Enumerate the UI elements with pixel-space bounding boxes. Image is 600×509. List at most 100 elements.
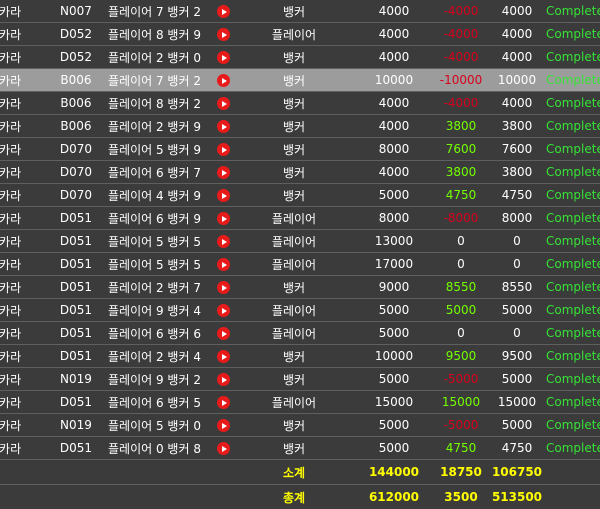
game-cell: 바카라 xyxy=(0,138,44,161)
table-row[interactable]: 바카라D051플레이어 6 뱅커 5플레이어150001500015000Com… xyxy=(0,391,600,414)
bet-amount-cell: 17000 xyxy=(354,253,434,276)
subtotal-amount: 144000 xyxy=(354,460,434,485)
play-icon[interactable] xyxy=(217,396,230,409)
round-result-cell: 플레이어 7 뱅커 2 xyxy=(108,0,212,23)
result-icon-cell xyxy=(212,92,234,115)
game-cell: 바카라 xyxy=(0,345,44,368)
table-row[interactable]: 바카라D070플레이어 6 뱅커 7뱅커400038003800Complete xyxy=(0,161,600,184)
table-row[interactable]: 바카라D052플레이어 2 뱅커 0뱅커4000-40004000Complet… xyxy=(0,46,600,69)
round-result-cell: 플레이어 6 뱅커 5 xyxy=(108,391,212,414)
valid-bet-cell: 15000 xyxy=(488,391,546,414)
play-icon[interactable] xyxy=(217,442,230,455)
valid-bet-cell: 4000 xyxy=(488,92,546,115)
round-result-cell: 플레이어 2 뱅커 9 xyxy=(108,115,212,138)
status-cell: Complete xyxy=(546,207,600,230)
play-icon[interactable] xyxy=(217,373,230,386)
play-icon[interactable] xyxy=(217,235,230,248)
status-cell: Complete xyxy=(546,184,600,207)
game-cell: 바카라 xyxy=(0,414,44,437)
valid-bet-cell: 7600 xyxy=(488,138,546,161)
status-cell: Complete xyxy=(546,276,600,299)
table-row[interactable]: 바카라D051플레이어 2 뱅커 4뱅커1000095009500Complet… xyxy=(0,345,600,368)
play-icon[interactable] xyxy=(217,5,230,18)
play-icon[interactable] xyxy=(217,189,230,202)
status-cell: Complete xyxy=(546,391,600,414)
play-icon[interactable] xyxy=(217,304,230,317)
winlose-cell: 5000 xyxy=(434,299,488,322)
table-id-cell: N019 xyxy=(44,368,108,391)
table-row[interactable]: 바카라D051플레이어 5 뱅커 5플레이어1300000Complete xyxy=(0,230,600,253)
winlose-cell: 3800 xyxy=(434,115,488,138)
round-result-cell: 플레이어 6 뱅커 9 xyxy=(108,207,212,230)
table-row[interactable]: 바카라N007플레이어 7 뱅커 2뱅커4000-40004000Complet… xyxy=(0,0,600,23)
bet-type-cell: 뱅커 xyxy=(234,276,354,299)
table-row[interactable]: 바카라N019플레이어 9 뱅커 2뱅커5000-50005000Complet… xyxy=(0,368,600,391)
result-icon-cell xyxy=(212,322,234,345)
table-row[interactable]: 바카라B006플레이어 2 뱅커 9뱅커400038003800Complete xyxy=(0,115,600,138)
play-icon[interactable] xyxy=(217,419,230,432)
play-icon[interactable] xyxy=(217,120,230,133)
bet-type-cell: 뱅커 xyxy=(234,92,354,115)
round-result-cell: 플레이어 7 뱅커 2 xyxy=(108,69,212,92)
round-result-cell: 플레이어 2 뱅커 7 xyxy=(108,276,212,299)
table-id-cell: D070 xyxy=(44,184,108,207)
table-row[interactable]: 바카라B006플레이어 8 뱅커 2뱅커4000-40004000Complet… xyxy=(0,92,600,115)
game-cell: 바카라 xyxy=(0,322,44,345)
play-icon[interactable] xyxy=(217,281,230,294)
winlose-cell: -10000 xyxy=(434,69,488,92)
play-icon[interactable] xyxy=(217,74,230,87)
table-row[interactable]: 바카라D070플레이어 5 뱅커 9뱅커800076007600Complete xyxy=(0,138,600,161)
result-icon-cell xyxy=(212,46,234,69)
play-icon[interactable] xyxy=(217,327,230,340)
play-icon[interactable] xyxy=(217,166,230,179)
valid-bet-cell: 4000 xyxy=(488,46,546,69)
game-cell: 바카라 xyxy=(0,69,44,92)
table-row[interactable]: 바카라D070플레이어 4 뱅커 9뱅커500047504750Complete xyxy=(0,184,600,207)
round-result-cell: 플레이어 5 뱅커 5 xyxy=(108,230,212,253)
game-cell: 바카라 xyxy=(0,46,44,69)
bet-type-cell: 뱅커 xyxy=(234,161,354,184)
game-cell: 바카라 xyxy=(0,276,44,299)
bet-amount-cell: 4000 xyxy=(354,115,434,138)
status-cell: Complete xyxy=(546,46,600,69)
play-icon[interactable] xyxy=(217,258,230,271)
valid-bet-cell: 0 xyxy=(488,230,546,253)
result-icon-cell xyxy=(212,391,234,414)
status-cell: Complete xyxy=(546,92,600,115)
result-icon-cell xyxy=(212,437,234,460)
winlose-cell: 0 xyxy=(434,322,488,345)
bet-amount-cell: 4000 xyxy=(354,161,434,184)
winlose-cell: -4000 xyxy=(434,23,488,46)
bet-amount-cell: 5000 xyxy=(354,437,434,460)
table-row[interactable]: 바카라D051플레이어 6 뱅커 9플레이어8000-80008000Compl… xyxy=(0,207,600,230)
table-row[interactable]: 바카라D051플레이어 5 뱅커 5플레이어1700000Complete xyxy=(0,253,600,276)
bet-amount-cell: 4000 xyxy=(354,92,434,115)
table-row[interactable]: 바카라D051플레이어 9 뱅커 4플레이어500050005000Comple… xyxy=(0,299,600,322)
play-icon[interactable] xyxy=(217,212,230,225)
winlose-cell: -4000 xyxy=(434,46,488,69)
bet-amount-cell: 10000 xyxy=(354,69,434,92)
bet-type-cell: 플레이어 xyxy=(234,322,354,345)
table-row[interactable]: 바카라N019플레이어 5 뱅커 0뱅커5000-50005000Complet… xyxy=(0,414,600,437)
round-result-cell: 플레이어 2 뱅커 0 xyxy=(108,46,212,69)
round-result-cell: 플레이어 5 뱅커 9 xyxy=(108,138,212,161)
play-icon[interactable] xyxy=(217,51,230,64)
play-icon[interactable] xyxy=(217,28,230,41)
valid-bet-cell: 4000 xyxy=(488,23,546,46)
table-row[interactable]: 바카라D051플레이어 6 뱅커 6플레이어500000Complete xyxy=(0,322,600,345)
bet-type-cell: 플레이어 xyxy=(234,253,354,276)
table-row[interactable]: 바카라D051플레이어 2 뱅커 7뱅커900085508550Complete xyxy=(0,276,600,299)
table-row[interactable]: 바카라B006플레이어 7 뱅커 2뱅커10000-1000010000Comp… xyxy=(0,69,600,92)
winlose-cell: 3800 xyxy=(434,161,488,184)
play-icon[interactable] xyxy=(217,97,230,110)
round-result-cell: 플레이어 9 뱅커 2 xyxy=(108,368,212,391)
bet-amount-cell: 9000 xyxy=(354,276,434,299)
result-icon-cell xyxy=(212,414,234,437)
table-row[interactable]: 바카라D052플레이어 8 뱅커 9플레이어4000-40004000Compl… xyxy=(0,23,600,46)
table-row[interactable]: 바카라D051플레이어 0 뱅커 8뱅커500047504750Complete xyxy=(0,437,600,460)
play-icon[interactable] xyxy=(217,143,230,156)
play-icon[interactable] xyxy=(217,350,230,363)
bet-type-cell: 플레이어 xyxy=(234,23,354,46)
round-result-cell: 플레이어 5 뱅커 5 xyxy=(108,253,212,276)
game-cell: 바카라 xyxy=(0,207,44,230)
